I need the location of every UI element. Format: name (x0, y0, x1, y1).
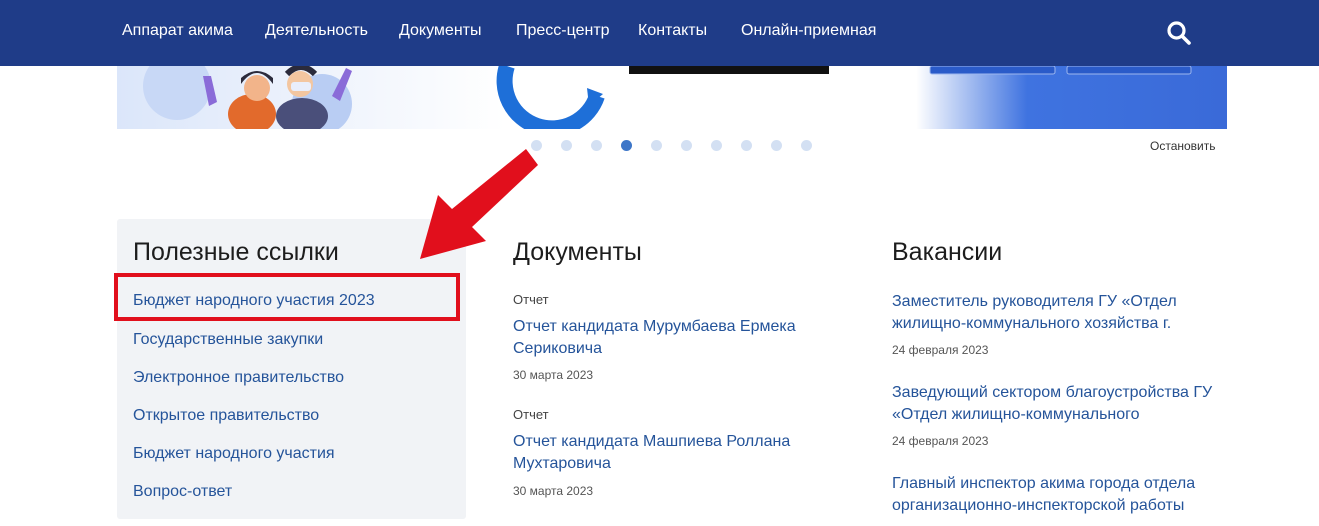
carousel-dot[interactable] (681, 140, 692, 151)
carousel-dot[interactable] (741, 140, 752, 151)
carousel-dot[interactable] (771, 140, 782, 151)
carousel-dot[interactable] (561, 140, 572, 151)
highlight-box (114, 273, 460, 321)
document-link[interactable]: Отчет кандидата Мурумбаева Ермека Серико… (513, 316, 843, 360)
top-navigation: Аппарат акима Деятельность Документы Пре… (0, 0, 1319, 66)
carousel-dot-active[interactable] (621, 140, 632, 151)
carousel-dot[interactable] (801, 140, 812, 151)
vacancy-date: 24 февраля 2023 (892, 343, 989, 357)
nav-item-activity[interactable]: Деятельность (265, 22, 368, 40)
nav-item-documents[interactable]: Документы (399, 22, 481, 40)
document-type: Отчет (513, 407, 549, 422)
banner-slide[interactable]: ​ (117, 66, 1227, 129)
document-type: Отчет (513, 292, 549, 307)
carousel-dot[interactable] (591, 140, 602, 151)
document-link[interactable]: Отчет кандидата Машпиева Роллана Мухтаро… (513, 431, 843, 475)
carousel-dot[interactable] (651, 140, 662, 151)
vacancies-heading: Вакансии (892, 238, 1003, 266)
document-date: 30 марта 2023 (513, 484, 594, 498)
nav-item-apparat[interactable]: Аппарат акима (122, 22, 233, 40)
useful-link-faq[interactable]: Вопрос-ответ (133, 483, 232, 501)
vacancy-link[interactable]: Заместитель руководителя ГУ «Отдел жилищ… (892, 291, 1222, 335)
search-icon[interactable] (1166, 20, 1192, 46)
useful-link-open-gov[interactable]: Открытое правительство (133, 407, 319, 425)
nav-item-contacts[interactable]: Контакты (638, 22, 707, 40)
carousel-dot[interactable] (711, 140, 722, 151)
banner-illustration: ​ (143, 66, 1192, 129)
vacancy-date: 24 февраля 2023 (892, 434, 989, 448)
document-date: 30 марта 2023 (513, 368, 594, 382)
carousel-stop-button[interactable]: Остановить (1150, 139, 1216, 153)
documents-heading: Документы (513, 238, 642, 266)
useful-link-budget[interactable]: Бюджет народного участия (133, 445, 335, 463)
useful-link-egov[interactable]: Электронное правительство (133, 369, 344, 387)
vacancy-link[interactable]: Заведующий сектором благоустройства ГУ «… (892, 382, 1222, 426)
useful-links-heading: Полезные ссылки (133, 238, 339, 266)
useful-link-procurement[interactable]: Государственные закупки (133, 331, 323, 349)
nav-item-online-reception[interactable]: Онлайн-приемная (741, 22, 876, 40)
vacancy-link[interactable]: Главный инспектор акима города отдела ор… (892, 473, 1222, 517)
nav-item-press-center[interactable]: Пресс-центр (516, 22, 610, 40)
